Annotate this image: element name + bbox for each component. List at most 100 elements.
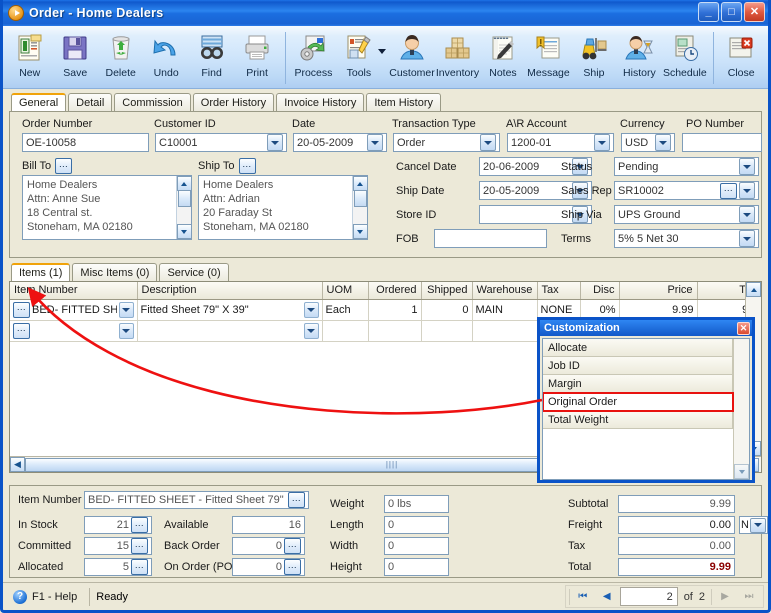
ship-to-scrollbar[interactable] <box>352 176 367 239</box>
ship-via-chevron-down-icon[interactable] <box>739 206 755 223</box>
cell-ordered[interactable] <box>368 320 422 342</box>
tools-dropdown-caret-icon[interactable] <box>378 49 388 54</box>
list-item-job-id[interactable]: Job ID <box>543 357 733 375</box>
toolbar-undo-button[interactable]: Undo <box>143 29 188 87</box>
in-stock-field[interactable]: 21 ⋯ <box>84 516 152 534</box>
tab-service[interactable]: Service (0) <box>159 263 229 281</box>
record-number-input[interactable]: 2 <box>619 587 678 606</box>
customization-scrollbar[interactable] <box>733 339 749 479</box>
tab-items[interactable]: Items (1) <box>11 263 71 281</box>
cell-ordered[interactable]: 1 <box>368 299 422 321</box>
tab-commission[interactable]: Commission <box>114 93 191 111</box>
col-description[interactable]: Description <box>137 282 323 300</box>
po-number-input[interactable] <box>682 133 762 152</box>
col-tax[interactable]: Tax <box>537 282 581 300</box>
on-order-po-field[interactable]: 0 ⋯ <box>232 558 305 576</box>
toolbar-save-button[interactable]: Save <box>52 29 97 87</box>
toolbar-inventory-button[interactable]: Inventory <box>435 29 480 87</box>
freight-field[interactable]: 0.00 <box>618 516 735 534</box>
col-shipped[interactable]: Shipped <box>421 282 473 300</box>
ship-to-scroll-up-icon[interactable] <box>352 176 367 191</box>
currency-chevron-down-icon[interactable] <box>655 134 671 151</box>
description-chevron-down-icon[interactable] <box>303 322 319 339</box>
sales-rep-chevron-down-icon[interactable] <box>739 182 755 199</box>
allocated-field[interactable]: 5 ⋯ <box>84 558 152 576</box>
toolbar-tools-button[interactable]: Tools <box>336 29 381 87</box>
customer-id-chevron-down-icon[interactable] <box>267 134 283 151</box>
cell-warehouse[interactable] <box>472 320 538 342</box>
ar-account-combo[interactable]: 1200-01 <box>507 133 614 152</box>
length-field[interactable]: 0 <box>384 516 449 534</box>
customization-scroll-down-icon[interactable] <box>734 464 749 479</box>
terms-combo[interactable]: 5% 5 Net 30 <box>614 229 759 248</box>
grid-scroll-left-icon[interactable]: ◀ <box>10 457 25 472</box>
bill-to-scrollbar[interactable] <box>176 176 191 239</box>
ar-account-chevron-down-icon[interactable] <box>594 134 610 151</box>
last-record-button[interactable]: ⏭ <box>738 587 760 606</box>
ship-via-combo[interactable]: UPS Ground <box>614 205 759 224</box>
customer-id-combo[interactable]: C10001 <box>155 133 287 152</box>
toolbar-close-button[interactable]: Close <box>718 29 763 87</box>
toolbar-ship-button[interactable]: Ship <box>571 29 616 87</box>
col-disc[interactable]: Disc <box>580 282 620 300</box>
cell-item-number[interactable]: ⋯ BED- FITTED SHEE <box>10 299 138 321</box>
detail-item-number-field[interactable]: BED- FITTED SHEET - Fitted Sheet 79" X 3… <box>84 491 309 509</box>
tab-general[interactable]: General <box>11 93 67 111</box>
date-chevron-down-icon[interactable] <box>367 134 383 151</box>
item-number-chevron-down-icon[interactable] <box>118 301 134 318</box>
toolbar-message-button[interactable]: Message <box>526 29 571 87</box>
col-ordered[interactable]: Ordered <box>368 282 422 300</box>
maximize-button[interactable]: □ <box>721 2 742 22</box>
order-number-input[interactable]: OE-10058 <box>22 133 149 152</box>
item-number-lookup-button[interactable]: ⋯ <box>13 322 30 339</box>
col-price[interactable]: Price <box>619 282 698 300</box>
committed-field[interactable]: 15 ⋯ <box>84 537 152 555</box>
col-uom[interactable]: UOM <box>322 282 369 300</box>
transaction-type-chevron-down-icon[interactable] <box>480 134 496 151</box>
ship-to-scroll-down-icon[interactable] <box>352 224 367 239</box>
bill-to-address[interactable]: Home Dealers Attn: Anne Sue 18 Central s… <box>22 175 192 240</box>
ship-to-address[interactable]: Home Dealers Attn: Adrian 20 Faraday St … <box>198 175 368 240</box>
terms-chevron-down-icon[interactable] <box>739 230 755 247</box>
previous-record-button[interactable]: ◀ <box>596 587 618 606</box>
allocated-lookup-button[interactable]: ⋯ <box>131 559 148 575</box>
ship-to-lookup-button[interactable]: ⋯ <box>238 158 256 174</box>
tab-detail[interactable]: Detail <box>68 93 113 111</box>
bill-to-lookup-button[interactable]: ⋯ <box>55 158 73 174</box>
customization-dialog[interactable]: Customization ✕ Allocate Job ID Margin O… <box>537 317 755 483</box>
cell-description[interactable]: Fitted Sheet 79" X 39" <box>137 299 323 321</box>
bill-to-scroll-up-icon[interactable] <box>176 176 191 191</box>
freight-taxable-chevron-down-icon[interactable] <box>750 517 766 533</box>
list-item-total-weight[interactable]: Total Weight <box>543 411 733 429</box>
weight-field[interactable]: 0 lbs <box>384 495 449 513</box>
toolbar-find-button[interactable]: Find <box>189 29 234 87</box>
toolbar-customer-button[interactable]: Customer <box>389 29 435 87</box>
bill-to-scroll-thumb[interactable] <box>177 190 191 207</box>
cell-uom[interactable]: Each <box>322 299 369 321</box>
committed-lookup-button[interactable]: ⋯ <box>131 538 148 554</box>
fob-input[interactable] <box>434 229 547 248</box>
tab-item-history[interactable]: Item History <box>366 93 442 111</box>
first-record-button[interactable]: ⏮ <box>572 587 594 606</box>
date-combo[interactable]: 20-05-2009 <box>293 133 387 152</box>
toolbar-history-button[interactable]: History <box>617 29 662 87</box>
available-field[interactable]: 16 <box>232 516 305 534</box>
transaction-type-combo[interactable]: Order <box>393 133 500 152</box>
cell-warehouse[interactable]: MAIN <box>472 299 538 321</box>
close-button[interactable]: ✕ <box>744 2 765 22</box>
toolbar-process-button[interactable]: Process <box>291 29 336 87</box>
back-order-lookup-button[interactable]: ⋯ <box>284 538 301 554</box>
help-hint[interactable]: ? F1 - Help <box>7 587 83 607</box>
on-order-po-lookup-button[interactable]: ⋯ <box>284 559 301 575</box>
detail-item-number-lookup-button[interactable]: ⋯ <box>288 492 305 508</box>
status-chevron-down-icon[interactable] <box>739 158 755 175</box>
description-chevron-down-icon[interactable] <box>303 301 319 318</box>
cell-uom[interactable] <box>322 320 369 342</box>
toolbar-notes-button[interactable]: Notes <box>480 29 525 87</box>
tab-invoice-history[interactable]: Invoice History <box>276 93 365 111</box>
col-item-number[interactable]: Item Number <box>10 282 138 300</box>
list-item-original-order[interactable]: Original Order <box>543 392 734 412</box>
cell-item-number[interactable]: ⋯ <box>10 320 138 342</box>
cell-shipped[interactable] <box>421 320 473 342</box>
in-stock-lookup-button[interactable]: ⋯ <box>131 517 148 533</box>
